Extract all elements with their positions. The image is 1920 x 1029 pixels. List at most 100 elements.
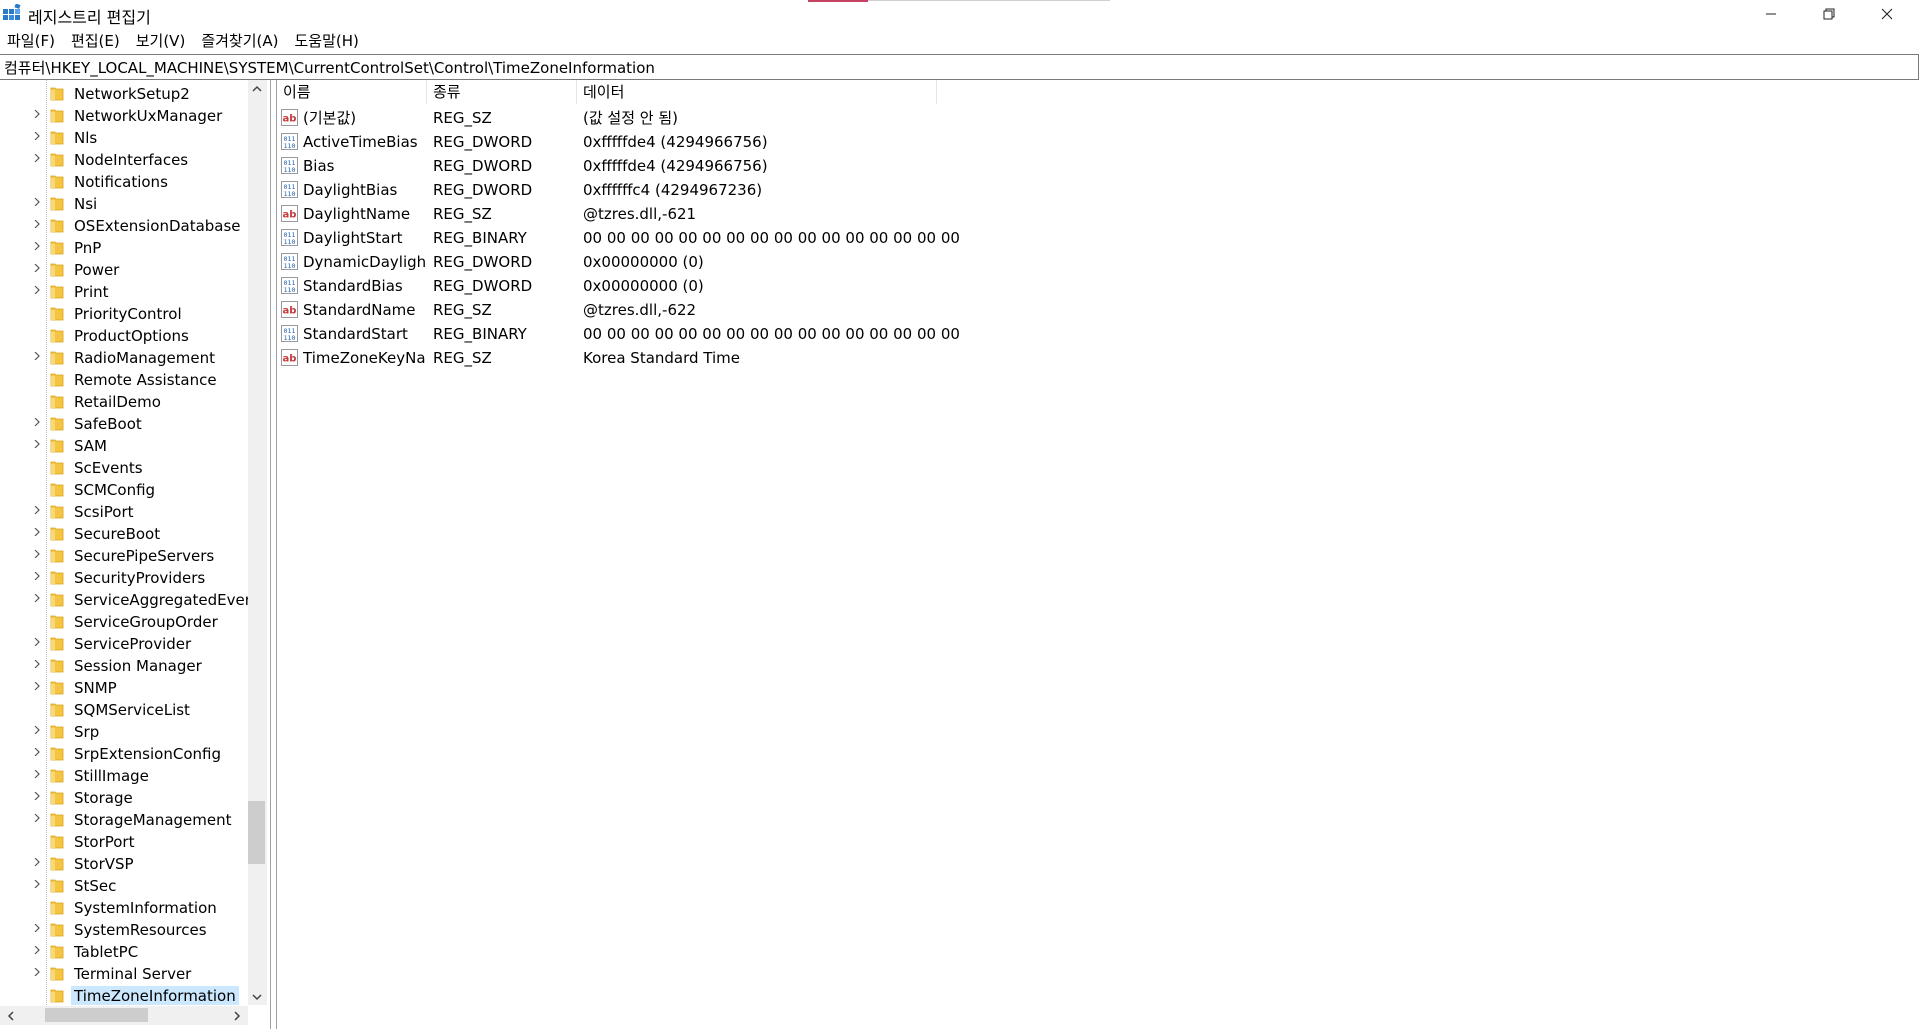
tree-item[interactable]: Srp bbox=[0, 721, 248, 743]
chevron-right-icon[interactable] bbox=[33, 682, 41, 690]
value-row[interactable]: 011 110 StandardBias REG_DWORD 0x00000000 (0… bbox=[277, 274, 1177, 298]
tree-item[interactable]: NodeInterfaces bbox=[0, 149, 248, 171]
tree-item[interactable]: SQMServiceList bbox=[0, 699, 248, 721]
column-header-type[interactable]: 종류 bbox=[427, 80, 577, 104]
tree-vertical-scroll-thumb[interactable] bbox=[248, 800, 265, 864]
scroll-down-button[interactable] bbox=[248, 988, 265, 1005]
menu-edit[interactable]: 편집(E) bbox=[63, 29, 128, 53]
chevron-right-icon[interactable] bbox=[33, 726, 41, 734]
chevron-right-icon[interactable] bbox=[33, 242, 41, 250]
tree-item[interactable]: SystemInformation bbox=[0, 897, 248, 919]
scroll-up-button[interactable] bbox=[248, 80, 265, 97]
tree-item[interactable]: PnP bbox=[0, 237, 248, 259]
chevron-right-icon[interactable] bbox=[33, 572, 41, 580]
chevron-right-icon[interactable] bbox=[33, 660, 41, 668]
chevron-right-icon[interactable] bbox=[33, 968, 41, 976]
tree-item[interactable]: SafeBoot bbox=[0, 413, 248, 435]
value-row[interactable]: 011 110 ActiveTimeBias REG_DWORD 0xfffffde4 … bbox=[277, 130, 1177, 154]
chevron-right-icon[interactable] bbox=[33, 132, 41, 140]
tree-item[interactable]: SecurityProviders bbox=[0, 567, 248, 589]
scroll-left-button[interactable] bbox=[2, 1007, 19, 1024]
chevron-right-icon[interactable] bbox=[33, 286, 41, 294]
value-row[interactable]: ab TimeZoneKeyNa... REG_SZ Korea Standard T… bbox=[277, 346, 1177, 370]
tree-item[interactable]: ServiceAggregatedEvents bbox=[0, 589, 248, 611]
tree-item[interactable]: ProductOptions bbox=[0, 325, 248, 347]
scroll-right-button[interactable] bbox=[228, 1007, 245, 1024]
chevron-right-icon[interactable] bbox=[33, 880, 41, 888]
tree-item[interactable]: StorageManagement bbox=[0, 809, 248, 831]
value-row[interactable]: 011 110 DaylightBias REG_DWORD 0xffffffc4 (4… bbox=[277, 178, 1177, 202]
maximize-button[interactable] bbox=[1800, 0, 1858, 28]
chevron-right-icon[interactable] bbox=[33, 638, 41, 646]
menu-view[interactable]: 보기(V) bbox=[128, 29, 194, 53]
tree-item[interactable]: Remote Assistance bbox=[0, 369, 248, 391]
chevron-right-icon[interactable] bbox=[33, 528, 41, 536]
value-row[interactable]: 011 110 StandardStart REG_BINARY 00 00 00 00… bbox=[277, 322, 1177, 346]
address-bar[interactable]: 컴퓨터\HKEY_LOCAL_MACHINE\SYSTEM\CurrentCon… bbox=[0, 54, 1919, 80]
tree-item[interactable]: OSExtensionDatabase bbox=[0, 215, 248, 237]
value-row[interactable]: 011 110 Bias REG_DWORD 0xfffffde4 (429496675… bbox=[277, 154, 1177, 178]
tree-item[interactable]: RetailDemo bbox=[0, 391, 248, 413]
tree-item[interactable]: SCMConfig bbox=[0, 479, 248, 501]
tree-item[interactable]: Print bbox=[0, 281, 248, 303]
value-row[interactable]: ab DaylightName REG_SZ @tzres.dll,-621 bbox=[277, 202, 1177, 226]
tree-item[interactable]: NetworkSetup2 bbox=[0, 83, 248, 105]
menu-help[interactable]: 도움말(H) bbox=[286, 29, 366, 53]
chevron-right-icon[interactable] bbox=[33, 814, 41, 822]
address-path[interactable]: 컴퓨터\HKEY_LOCAL_MACHINE\SYSTEM\CurrentCon… bbox=[4, 57, 655, 78]
tree-item[interactable]: Nls bbox=[0, 127, 248, 149]
value-row[interactable]: ab (기본값) REG_SZ (값 설정 안 됨) bbox=[277, 106, 1177, 130]
chevron-right-icon[interactable] bbox=[33, 858, 41, 866]
chevron-right-icon[interactable] bbox=[33, 924, 41, 932]
chevron-right-icon[interactable] bbox=[33, 418, 41, 426]
chevron-right-icon[interactable] bbox=[33, 792, 41, 800]
pane-splitter[interactable] bbox=[270, 80, 277, 1029]
value-row[interactable]: ab StandardName REG_SZ @tzres.dll,-622 bbox=[277, 298, 1177, 322]
tree-item[interactable]: TabletPC bbox=[0, 941, 248, 963]
tree-item[interactable]: ServiceGroupOrder bbox=[0, 611, 248, 633]
menu-file[interactable]: 파일(F) bbox=[0, 29, 63, 53]
chevron-right-icon[interactable] bbox=[33, 264, 41, 272]
menu-favorites[interactable]: 즐겨찾기(A) bbox=[193, 29, 286, 53]
column-header-data[interactable]: 데이터 bbox=[577, 80, 937, 104]
chevron-right-icon[interactable] bbox=[33, 352, 41, 360]
tree-item[interactable]: SAM bbox=[0, 435, 248, 457]
tree-item[interactable]: StorPort bbox=[0, 831, 248, 853]
tree-item[interactable]: Session Manager bbox=[0, 655, 248, 677]
chevron-right-icon[interactable] bbox=[33, 154, 41, 162]
tree-item[interactable]: SecureBoot bbox=[0, 523, 248, 545]
tree-horizontal-scroll-thumb[interactable] bbox=[44, 1008, 148, 1022]
tree-item[interactable]: ScEvents bbox=[0, 457, 248, 479]
column-header-name[interactable]: 이름 bbox=[277, 80, 427, 104]
chevron-right-icon[interactable] bbox=[33, 198, 41, 206]
tree-item[interactable]: SrpExtensionConfig bbox=[0, 743, 248, 765]
chevron-right-icon[interactable] bbox=[33, 594, 41, 602]
tree-item[interactable]: PriorityControl bbox=[0, 303, 248, 325]
tree-item[interactable]: StorVSP bbox=[0, 853, 248, 875]
chevron-right-icon[interactable] bbox=[33, 550, 41, 558]
tree-item[interactable]: StillImage bbox=[0, 765, 248, 787]
tree-item[interactable]: SecurePipeServers bbox=[0, 545, 248, 567]
tree-item[interactable]: SNMP bbox=[0, 677, 248, 699]
tree-horizontal-scrollbar[interactable] bbox=[0, 1006, 248, 1025]
tree-item[interactable]: Nsi bbox=[0, 193, 248, 215]
tree-item[interactable]: ScsiPort bbox=[0, 501, 248, 523]
tree-item[interactable]: Notifications bbox=[0, 171, 248, 193]
tree-item[interactable]: Storage bbox=[0, 787, 248, 809]
tree-item[interactable]: RadioManagement bbox=[0, 347, 248, 369]
chevron-right-icon[interactable] bbox=[33, 110, 41, 118]
tree-item[interactable]: StSec bbox=[0, 875, 248, 897]
close-button[interactable] bbox=[1858, 0, 1916, 28]
chevron-right-icon[interactable] bbox=[33, 946, 41, 954]
chevron-right-icon[interactable] bbox=[33, 770, 41, 778]
value-row[interactable]: 011110 DynamicDayligh... REG_DWORD 0x000000… bbox=[277, 250, 1177, 274]
tree-item[interactable]: TimeZoneInformation bbox=[0, 985, 248, 1005]
tree-item[interactable]: ServiceProvider bbox=[0, 633, 248, 655]
tree-item[interactable]: SystemResources bbox=[0, 919, 248, 941]
minimize-button[interactable] bbox=[1742, 0, 1800, 28]
tree-vertical-scrollbar[interactable] bbox=[248, 80, 267, 1005]
chevron-right-icon[interactable] bbox=[33, 220, 41, 228]
chevron-right-icon[interactable] bbox=[33, 440, 41, 448]
tree-item[interactable]: NetworkUxManager bbox=[0, 105, 248, 127]
chevron-right-icon[interactable] bbox=[33, 748, 41, 756]
